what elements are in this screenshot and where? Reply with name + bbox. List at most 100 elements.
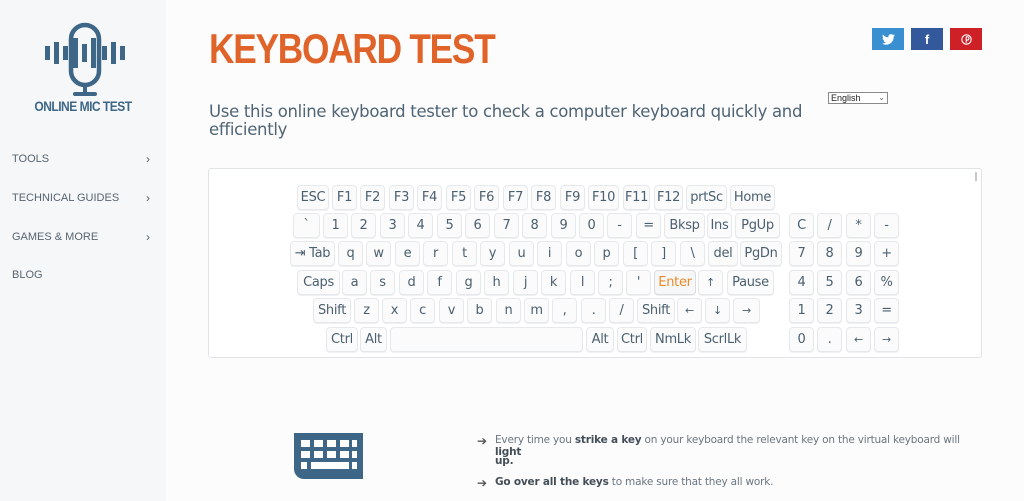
numpad-key-symbol[interactable]: → [874,327,899,352]
key-symbol[interactable]: ; [598,270,623,295]
key-symbol[interactable]: \ [680,241,705,266]
numpad-key-5[interactable]: 5 [817,270,842,295]
numpad-key-6[interactable]: 6 [846,270,871,295]
numpad-key-2[interactable]: 2 [817,298,842,323]
key-esc[interactable]: ESC [297,185,329,210]
key-symbol[interactable]: = [636,213,661,238]
key-symbol[interactable]: ↓ [705,298,730,323]
key-i[interactable]: i [537,241,562,266]
language-select[interactable]: English ⌄ [828,92,888,104]
key-8[interactable]: 8 [522,213,547,238]
numpad-key-8[interactable]: 8 [817,241,842,266]
numpad-key-symbol[interactable]: + [874,241,899,266]
key-g[interactable]: g [456,270,481,295]
facebook-share-button[interactable]: f [911,28,943,50]
key-symbol[interactable]: → [733,298,760,323]
key-prtsc[interactable]: prtSc [686,185,727,210]
key-f1[interactable]: F1 [332,185,357,210]
numpad-key-symbol[interactable]: / [817,213,842,238]
key-s[interactable]: s [370,270,395,295]
key-tab[interactable]: ⇥ Tab [290,241,335,266]
key-symbol[interactable]: ` [293,213,320,238]
key-caps[interactable]: Caps [297,270,340,295]
key-m[interactable]: m [524,298,549,323]
pinterest-share-button[interactable] [950,28,982,50]
key-f[interactable]: f [427,270,452,295]
key-5[interactable]: 5 [437,213,462,238]
key-f4[interactable]: F4 [417,185,442,210]
twitter-share-button[interactable] [872,28,904,50]
numpad-key-7[interactable]: 7 [789,241,814,266]
key-r[interactable]: r [423,241,448,266]
key-n[interactable]: n [496,298,521,323]
key-j[interactable]: j [513,270,538,295]
key-f2[interactable]: F2 [360,185,385,210]
numpad-key-symbol[interactable]: . [817,327,842,352]
key-scrllk[interactable]: ScrlLk [698,327,747,352]
sidebar-item-tools[interactable]: TOOLS › [12,152,152,166]
key-e[interactable]: e [395,241,420,266]
key-f8[interactable]: F8 [531,185,556,210]
key-symbol[interactable]: [ [623,241,648,266]
key-x[interactable]: x [382,298,407,323]
key-d[interactable]: d [399,270,424,295]
key-ctrl[interactable]: Ctrl [326,327,358,352]
key-ins[interactable]: Ins [707,213,732,238]
sidebar-item-technical-guides[interactable]: TECHNICAL GUIDES › [12,191,152,205]
key-h[interactable]: h [484,270,509,295]
key-y[interactable]: y [480,241,505,266]
numpad-key-symbol[interactable]: ← [846,327,871,352]
key-z[interactable]: z [354,298,379,323]
numpad-key-0[interactable]: 0 [789,327,814,352]
key-o[interactable]: o [566,241,591,266]
key-f5[interactable]: F5 [446,185,471,210]
numpad-key-symbol[interactable]: * [846,213,871,238]
key-symbol[interactable]: / [609,298,634,323]
key-f3[interactable]: F3 [389,185,414,210]
sidebar-item-games-more[interactable]: GAMES & MORE › [12,230,152,244]
key-space[interactable] [390,327,583,352]
key-alt[interactable]: Alt [360,327,387,352]
key-v[interactable]: v [439,298,464,323]
key-bksp[interactable]: Bksp [664,213,705,238]
key-f10[interactable]: F10 [588,185,619,210]
numpad-key-symbol[interactable]: % [874,270,899,295]
key-symbol[interactable]: - [607,213,632,238]
numpad-key-symbol[interactable]: - [874,213,899,238]
resize-handle[interactable] [975,172,977,181]
key-shift[interactable]: Shift [637,298,675,323]
key-f9[interactable]: F9 [560,185,585,210]
key-del[interactable]: del [708,241,738,266]
key-pause[interactable]: Pause [727,270,774,295]
key-p[interactable]: p [594,241,619,266]
key-f12[interactable]: F12 [654,185,683,210]
key-0[interactable]: 0 [579,213,604,238]
key-symbol[interactable]: , [552,298,577,323]
key-c[interactable]: c [410,298,435,323]
key-6[interactable]: 6 [465,213,490,238]
key-u[interactable]: u [509,241,534,266]
key-ctrl[interactable]: Ctrl [617,327,647,352]
key-shift[interactable]: Shift [313,298,351,323]
key-k[interactable]: k [541,270,566,295]
key-f11[interactable]: F11 [623,185,650,210]
key-f7[interactable]: F7 [503,185,528,210]
key-symbol[interactable]: ← [677,298,702,323]
key-l[interactable]: l [570,270,595,295]
key-symbol[interactable]: ] [651,241,676,266]
key-2[interactable]: 2 [351,213,376,238]
numpad-key-symbol[interactable]: = [874,298,899,323]
numpad-key-3[interactable]: 3 [846,298,871,323]
numpad-key-9[interactable]: 9 [846,241,871,266]
key-1[interactable]: 1 [323,213,348,238]
numpad-key-1[interactable]: 1 [789,298,814,323]
key-pgup[interactable]: PgUp [735,213,780,238]
key-home[interactable]: Home [730,185,775,210]
key-7[interactable]: 7 [494,213,519,238]
key-pgdn[interactable]: PgDn [740,241,782,266]
key-a[interactable]: a [342,270,367,295]
key-4[interactable]: 4 [408,213,433,238]
key-f6[interactable]: F6 [474,185,499,210]
key-t[interactable]: t [452,241,477,266]
numpad-key-4[interactable]: 4 [789,270,814,295]
